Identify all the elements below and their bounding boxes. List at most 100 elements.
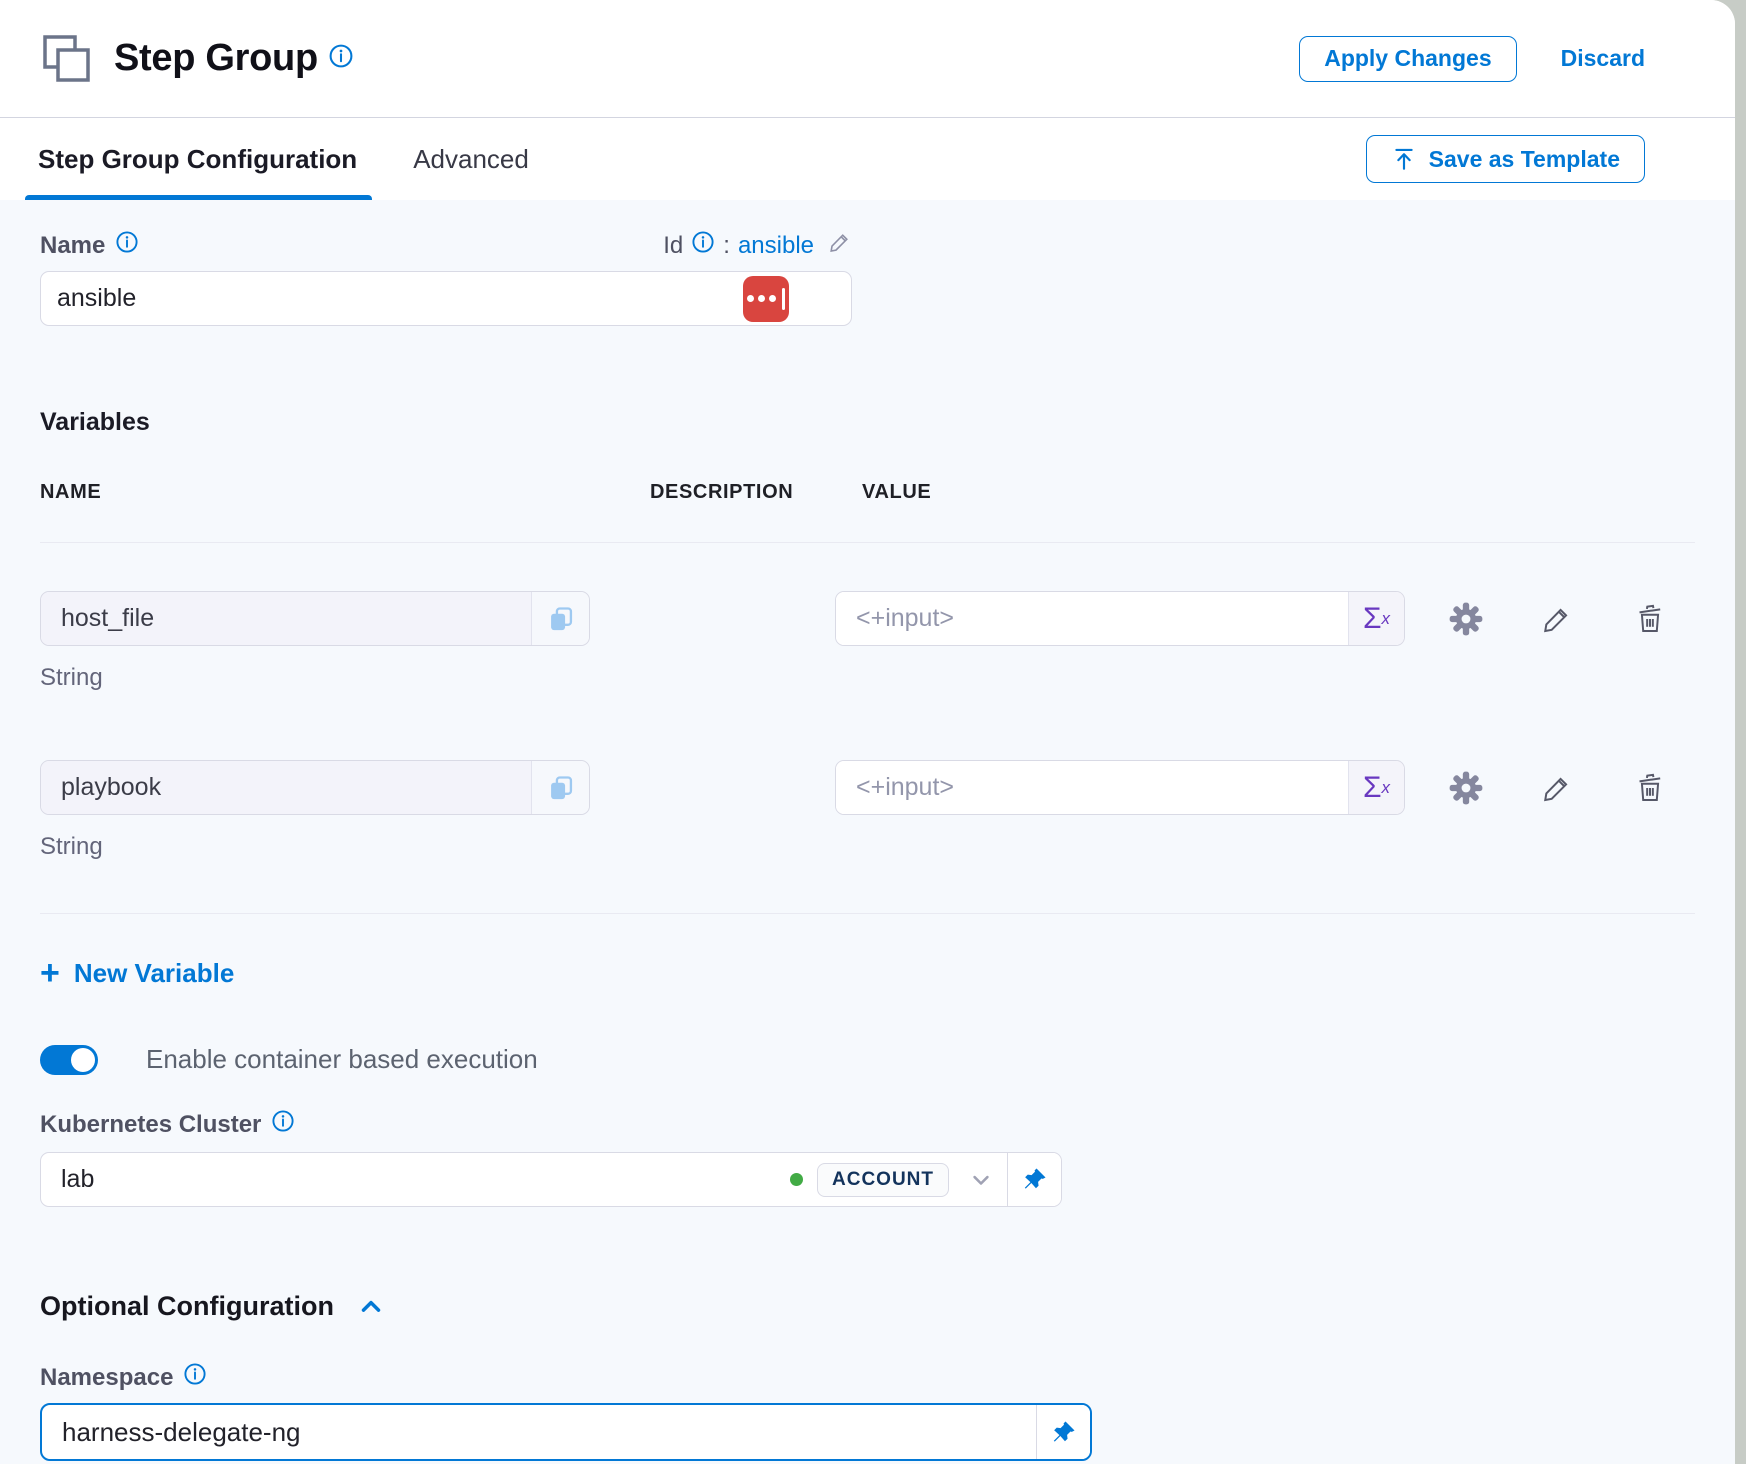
expression-type-button[interactable]: Σx (1348, 592, 1404, 645)
pin-icon (1021, 1166, 1048, 1193)
namespace-input-group (40, 1403, 1092, 1461)
variable-value-group: Σx (835, 760, 1405, 815)
save-as-template-label: Save as Template (1429, 146, 1620, 173)
kubernetes-cluster-label: Kubernetes Cluster (40, 1111, 261, 1139)
container-execution-row: Enable container based execution (40, 1044, 1695, 1075)
variable-name-input[interactable] (41, 761, 531, 814)
kubernetes-cluster-select: ACCOUNT (40, 1152, 1062, 1207)
background-edge (1735, 0, 1746, 1464)
connector-scope: ACCOUNT (790, 1163, 949, 1197)
password-manager-icon[interactable] (743, 276, 789, 322)
id-line: Id : ansible (663, 230, 852, 261)
kubernetes-cluster-info-icon[interactable] (271, 1109, 295, 1140)
tab-configuration-label: Step Group Configuration (38, 144, 357, 175)
kubernetes-cluster-input[interactable] (41, 1153, 790, 1206)
connector-status-dot (790, 1173, 803, 1186)
copy-variable-button[interactable] (531, 761, 589, 814)
header-actions: Apply Changes Discard (1299, 36, 1645, 82)
id-value: ansible (738, 232, 814, 260)
column-description: DESCRIPTION (650, 481, 862, 504)
namespace-info-icon[interactable] (183, 1362, 207, 1393)
container-execution-label: Enable container based execution (146, 1044, 538, 1075)
id-info-icon[interactable] (691, 230, 715, 261)
optional-configuration-header[interactable]: Optional Configuration (40, 1291, 1695, 1322)
variables-heading: Variables (40, 408, 1695, 437)
name-label: Name (40, 232, 105, 260)
delete-variable-button[interactable] (1633, 602, 1667, 636)
active-tab-underline (25, 195, 372, 200)
page-title: Step Group (114, 37, 318, 80)
kubernetes-cluster-pin-button[interactable] (1007, 1153, 1061, 1206)
optional-configuration-label: Optional Configuration (40, 1291, 334, 1322)
name-label-row: Name (40, 230, 139, 261)
apply-changes-button[interactable]: Apply Changes (1299, 36, 1516, 82)
variable-row-host-file: Σx (40, 591, 1695, 646)
new-variable-label: New Variable (74, 958, 234, 989)
variable-value-input[interactable] (836, 761, 1348, 814)
trash-icon (1633, 771, 1667, 805)
save-as-template-button[interactable]: Save as Template (1366, 135, 1645, 183)
drawer-header: Step Group Apply Changes Discard (0, 0, 1735, 118)
kubernetes-cluster-dropdown-button[interactable] (955, 1166, 1007, 1194)
trash-icon (1633, 602, 1667, 636)
upload-icon (1391, 146, 1417, 172)
variables-column-headers: NAME DESCRIPTION VALUE (40, 481, 1695, 504)
name-input[interactable] (57, 272, 743, 325)
table-divider (40, 542, 1695, 543)
step-group-info-icon[interactable] (328, 43, 354, 74)
edit-variable-button[interactable] (1541, 772, 1573, 804)
variable-type-label: String (40, 833, 1695, 861)
plus-icon: + (40, 956, 60, 990)
tab-advanced[interactable]: Advanced (413, 118, 529, 200)
column-value: VALUE (862, 481, 1695, 504)
scope-badge: ACCOUNT (817, 1163, 949, 1197)
copy-icon (547, 605, 575, 633)
name-id-row: Name Id : (40, 230, 852, 261)
tab-advanced-label: Advanced (413, 144, 529, 175)
sigma-icon: Σ (1363, 602, 1382, 636)
namespace-input[interactable] (42, 1405, 1036, 1459)
kubernetes-cluster-label-row: Kubernetes Cluster (40, 1109, 1695, 1140)
variable-value-group: Σx (835, 591, 1405, 646)
expression-type-button[interactable]: Σx (1348, 761, 1404, 814)
variable-settings-button[interactable] (1447, 769, 1485, 807)
configuration-form: Name Id : (0, 200, 1735, 1464)
pencil-icon (1541, 772, 1573, 804)
tab-bar: Step Group Configuration Advanced Save a… (0, 118, 1735, 200)
chevron-down-icon (967, 1166, 995, 1194)
copy-icon (547, 774, 575, 802)
copy-variable-button[interactable] (531, 592, 589, 645)
pencil-icon (1541, 603, 1573, 635)
enable-container-execution-toggle[interactable] (40, 1045, 98, 1075)
column-name: NAME (40, 481, 650, 504)
discard-button[interactable]: Discard (1561, 45, 1645, 72)
namespace-pin-button[interactable] (1036, 1405, 1090, 1459)
id-colon: : (723, 232, 730, 260)
variable-type-label: String (40, 664, 1695, 692)
pin-icon (1050, 1419, 1077, 1446)
sigma-icon: Σ (1363, 771, 1382, 805)
edit-id-icon[interactable] (828, 230, 852, 261)
variable-value-input[interactable] (836, 592, 1348, 645)
gear-icon (1447, 600, 1485, 638)
variable-settings-button[interactable] (1447, 600, 1485, 638)
step-group-icon (40, 32, 94, 86)
variable-name-group (40, 591, 590, 646)
variable-row-playbook: Σx (40, 760, 1695, 815)
new-variable-button[interactable]: + New Variable (40, 956, 234, 990)
toggle-knob (71, 1048, 95, 1072)
variable-name-group (40, 760, 590, 815)
namespace-label: Namespace (40, 1364, 173, 1392)
variable-name-input[interactable] (41, 592, 531, 645)
id-label: Id (663, 232, 683, 260)
edit-variable-button[interactable] (1541, 603, 1573, 635)
table-divider (40, 913, 1695, 914)
delete-variable-button[interactable] (1633, 771, 1667, 805)
name-input-shell (40, 271, 852, 326)
name-info-icon[interactable] (115, 230, 139, 261)
tab-step-group-configuration[interactable]: Step Group Configuration (38, 118, 357, 200)
step-group-drawer: Step Group Apply Changes Discard Step Gr… (0, 0, 1735, 1464)
chevron-up-icon (356, 1292, 386, 1322)
gear-icon (1447, 769, 1485, 807)
namespace-label-row: Namespace (40, 1362, 1695, 1393)
